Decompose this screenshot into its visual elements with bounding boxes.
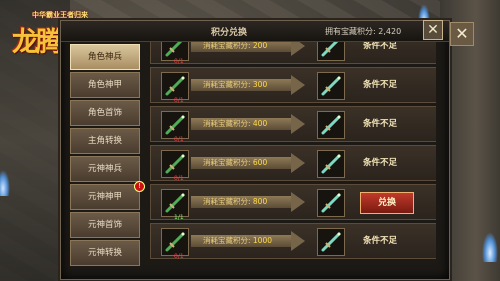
panel-title: 积分兑换	[211, 28, 248, 38]
menu-item-label: 主角转换	[87, 136, 122, 146]
material-slot[interactable]: 0/1	[161, 228, 189, 260]
weapon-icon	[320, 231, 342, 253]
exchange-list: 0/1 消耗宝藏积分: 200 条件不足 0/1 消耗宝藏积分: 300 条件不足 0/1 消…	[150, 42, 436, 272]
cost-label: 消耗宝藏积分:	[203, 119, 251, 128]
weapon-icon	[164, 75, 186, 97]
reward-slot[interactable]	[317, 150, 345, 178]
cost-value: 200	[250, 42, 268, 50]
menu-item-label: 元神神甲	[87, 192, 122, 202]
weapon-icon	[320, 153, 342, 175]
cost-text: 消耗宝藏积分: 400	[203, 118, 267, 129]
material-count: 1/1	[174, 214, 184, 221]
cost-label: 消耗宝藏积分:	[203, 197, 251, 206]
material-count: 0/1	[174, 136, 184, 143]
menu-item-label: 元神神兵	[87, 164, 122, 174]
category-menu: 角色神兵角色神甲角色首饰主角转换元神神兵元神神甲! 元神首饰元神转换	[64, 42, 146, 272]
cost-text: 消耗宝藏积分: 1000	[203, 235, 272, 246]
menu-item[interactable]: 元神神甲!	[70, 181, 145, 210]
cost-label: 消耗宝藏积分:	[203, 236, 251, 245]
status-text: 条件不足	[363, 42, 398, 51]
points-value: 2,420	[378, 27, 402, 36]
outer-close-button[interactable]: ✕	[450, 22, 474, 46]
menu-item[interactable]: 角色神甲	[70, 72, 140, 98]
weapon-icon	[320, 42, 342, 58]
menu-item[interactable]: 元神转换	[70, 240, 140, 266]
reward-slot[interactable]	[317, 189, 345, 217]
material-slot[interactable]: 1/1	[161, 189, 189, 221]
exchange-row: 0/1 消耗宝藏积分: 200 条件不足	[150, 42, 436, 65]
cost-value: 1000	[250, 236, 273, 245]
weapon-icon	[320, 114, 342, 136]
exchange-row: 0/1 消耗宝藏积分: 300 条件不足	[150, 67, 436, 104]
points-display: 拥有宝藏积分: 2,420	[325, 26, 401, 37]
weapon-icon	[320, 75, 342, 97]
menu-item[interactable]: 角色神兵	[70, 44, 140, 70]
blue-flame-icon	[0, 170, 10, 196]
material-count: 0/1	[174, 175, 184, 182]
cost-text: 消耗宝藏积分: 300	[203, 79, 267, 90]
reward-slot[interactable]	[317, 72, 345, 100]
menu-item[interactable]: 元神首饰	[70, 212, 140, 238]
status-text: 条件不足	[363, 119, 398, 129]
cost-value: 400	[250, 119, 268, 128]
menu-item-label: 角色首饰	[87, 108, 122, 118]
status-text: 条件不足	[363, 158, 398, 168]
material-slot[interactable]: 0/1	[161, 111, 189, 143]
cost-value: 600	[250, 158, 268, 167]
reward-slot[interactable]	[317, 42, 345, 61]
close-button[interactable]: ✕	[423, 20, 443, 40]
exchange-row: 0/1 消耗宝藏积分: 400 条件不足	[150, 106, 436, 143]
weapon-icon	[164, 192, 186, 214]
blue-flame-icon	[482, 232, 498, 262]
material-slot[interactable]: 0/1	[161, 150, 189, 182]
cost-text: 消耗宝藏积分: 200	[203, 42, 267, 51]
exchange-button[interactable]: 兑换	[360, 192, 414, 214]
cost-text: 消耗宝藏积分: 800	[203, 196, 267, 207]
status-text: 条件不足	[363, 80, 398, 90]
cost-label: 消耗宝藏积分:	[203, 42, 251, 50]
status-text: 条件不足	[363, 236, 398, 246]
weapon-icon	[164, 114, 186, 136]
material-count: 0/1	[174, 97, 184, 104]
exchange-row: 0/1 消耗宝藏积分: 600 条件不足	[150, 145, 436, 182]
menu-item[interactable]: 主角转换	[70, 128, 140, 154]
weapon-icon	[164, 231, 186, 253]
material-slot[interactable]: 0/1	[161, 42, 189, 65]
cost-label: 消耗宝藏积分:	[203, 80, 251, 89]
exchange-row: 0/1 消耗宝藏积分: 1000 条件不足	[150, 223, 436, 260]
reward-slot[interactable]	[317, 228, 345, 256]
material-count: 0/1	[174, 253, 184, 260]
material-count: 0/1	[174, 58, 184, 65]
cost-value: 300	[250, 80, 268, 89]
material-slot[interactable]: 0/1	[161, 72, 189, 104]
cost-label: 消耗宝藏积分:	[203, 158, 251, 167]
cost-text: 消耗宝藏积分: 600	[203, 157, 267, 168]
menu-item-label: 元神转换	[87, 248, 122, 258]
menu-item[interactable]: 元神神兵	[70, 156, 140, 182]
alert-badge: !	[134, 181, 145, 192]
weapon-icon	[164, 42, 186, 58]
menu-item-label: 角色神兵	[87, 52, 122, 62]
points-label: 拥有宝藏积分:	[325, 27, 376, 36]
menu-item-label: 角色神甲	[87, 80, 122, 90]
weapon-icon	[164, 153, 186, 175]
panel-titlebar: 积分兑换 拥有宝藏积分: 2,420	[61, 21, 449, 42]
logo-subtitle: 中华霸业王者归来	[32, 11, 88, 19]
menu-item[interactable]: 角色首饰	[70, 100, 140, 126]
weapon-icon	[320, 192, 342, 214]
exchange-row: 1/1 消耗宝藏积分: 800 兑换	[150, 184, 436, 221]
reward-slot[interactable]	[317, 111, 345, 139]
cost-value: 800	[250, 197, 268, 206]
menu-item-label: 元神首饰	[87, 220, 122, 230]
